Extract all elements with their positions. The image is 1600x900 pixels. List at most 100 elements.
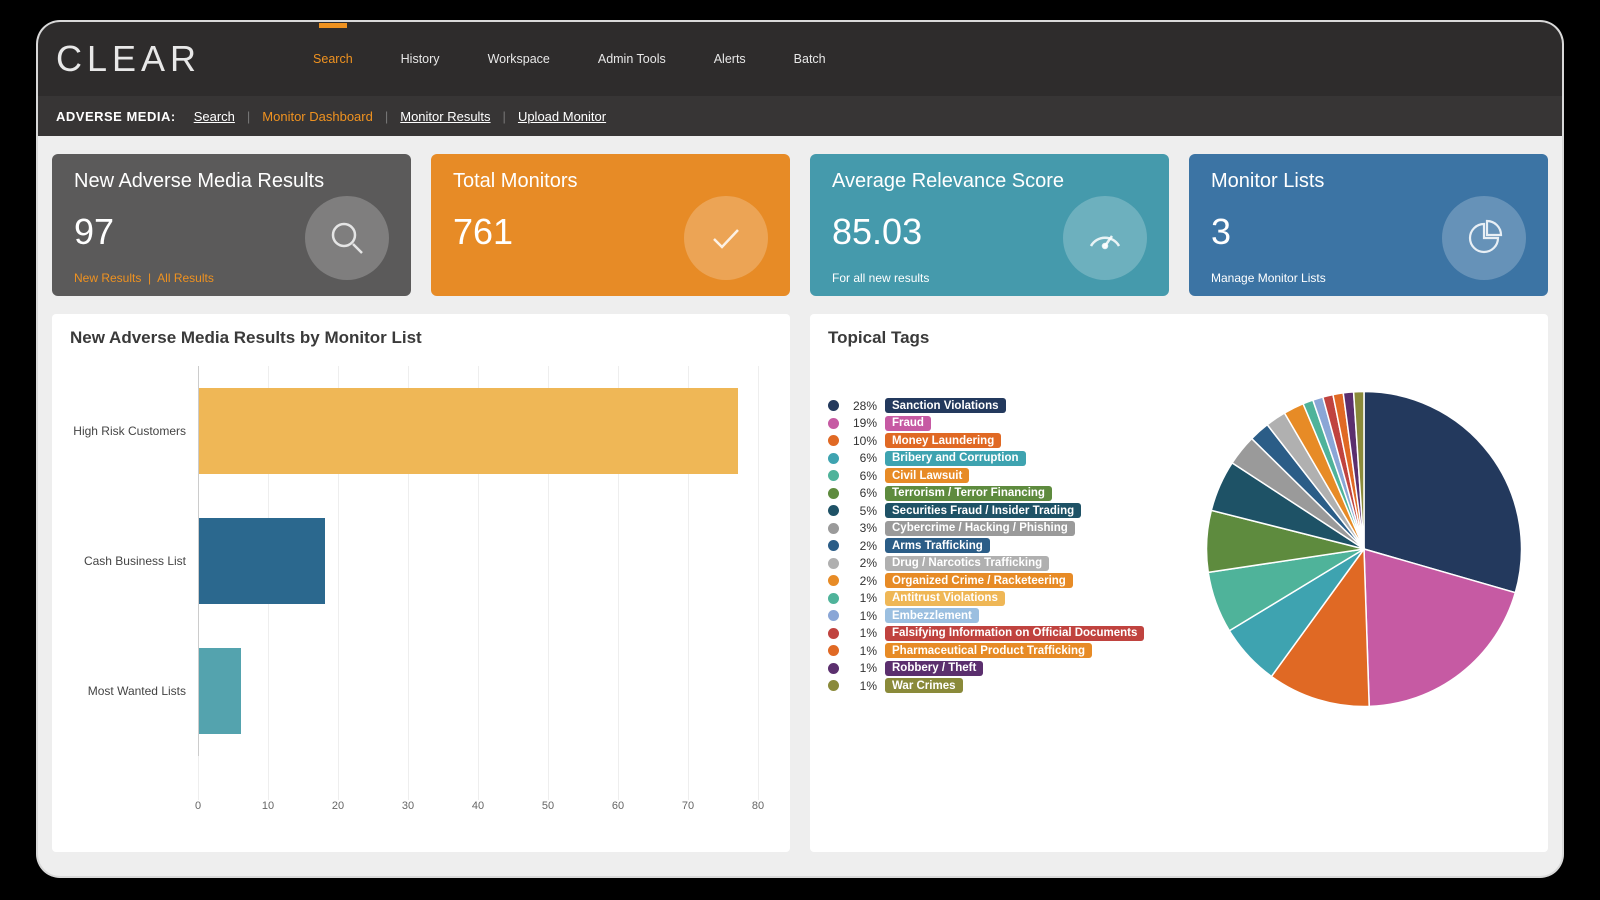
bar-chart: High Risk CustomersCash Business ListMos… [70,366,772,836]
tag-row[interactable]: 3%Cybercrime / Hacking / Phishing [828,521,1168,536]
x-tick: 40 [472,800,484,812]
tag-dot-icon [828,400,839,411]
tags-legend: 28%Sanction Violations 19%Fraud 10%Money L… [828,398,1168,693]
nav-item-admin-tools[interactable]: Admin Tools [574,52,690,66]
pie-chart [1198,384,1530,714]
tag-pill: Embezzlement [885,608,979,623]
tag-pill: Terrorism / Terror Financing [885,486,1052,501]
panel-topical-tags: Topical Tags 28%Sanction Violations 19%Fr… [810,314,1548,852]
tag-pill: War Crimes [885,678,963,693]
tag-pct: 6% [847,486,877,500]
card-avg-score[interactable]: Average Relevance Score 85.03 For all ne… [810,154,1169,296]
check-icon [684,196,768,280]
tag-pct: 28% [847,399,877,413]
tag-pct: 6% [847,469,877,483]
tag-dot-icon [828,470,839,481]
tag-dot-icon [828,523,839,534]
tag-dot-icon [828,680,839,691]
bar-label: Most Wanted Lists [70,684,198,698]
tag-dot-icon [828,505,839,516]
tag-pill: Robbery / Theft [885,661,983,676]
bar-label: High Risk Customers [70,424,198,438]
tag-pill: Falsifying Information on Official Docum… [885,626,1144,641]
tag-pill: Securities Fraud / Insider Trading [885,503,1081,518]
tag-row[interactable]: 6%Civil Lawsuit [828,468,1168,483]
tag-row[interactable]: 5% Securities Fraud / Insider Trading [828,503,1168,518]
tag-row[interactable]: 2%Arms Trafficking [828,538,1168,553]
tag-pill: Bribery and Corruption [885,451,1026,466]
nav-item-history[interactable]: History [377,52,464,66]
card-title: Monitor Lists [1211,170,1526,193]
tag-pct: 10% [847,434,877,448]
tag-pct: 1% [847,679,877,693]
tag-pill: Antitrust Violations [885,591,1005,606]
tag-dot-icon [828,575,839,586]
tag-pill: Cybercrime / Hacking / Phishing [885,521,1075,536]
tag-row[interactable]: 1% War Crimes [828,678,1168,693]
main-nav: SearchHistoryWorkspaceAdmin ToolsAlertsB… [289,52,850,66]
tag-dot-icon [828,645,839,656]
tag-pct: 5% [847,504,877,518]
tag-dot-icon [828,435,839,446]
tag-row[interactable]: 28%Sanction Violations [828,398,1168,413]
app-logo: CLEAR [56,38,201,80]
tag-pill: Drug / Narcotics Trafficking [885,556,1049,571]
x-tick: 70 [682,800,694,812]
tag-row[interactable]: 2% Organized Crime / Racketeering [828,573,1168,588]
tag-pill: Fraud [885,416,931,431]
tag-pct: 6% [847,451,877,465]
tag-dot-icon [828,558,839,569]
tag-dot-icon [828,418,839,429]
subnav-title: ADVERSE MEDIA: [56,109,176,124]
bar[interactable] [199,388,738,474]
card-title: New Adverse Media Results [74,170,389,193]
tag-dot-icon [828,610,839,621]
tag-row[interactable]: 19%Fraud [828,416,1168,431]
subnav-link-search[interactable]: Search [194,109,235,124]
subnav-link-monitor-dashboard[interactable]: Monitor Dashboard [262,109,373,124]
subnav-link-upload-monitor[interactable]: Upload Monitor [518,109,606,124]
tag-dot-icon [828,628,839,639]
tag-pct: 2% [847,574,877,588]
tag-row[interactable]: 1% Falsifying Information on Official Doc… [828,626,1168,641]
nav-item-workspace[interactable]: Workspace [464,52,574,66]
bar[interactable] [199,518,325,604]
tag-row[interactable]: 6% Terrorism / Terror Financing [828,486,1168,501]
tag-pct: 2% [847,539,877,553]
panel-title: New Adverse Media Results by Monitor Lis… [70,328,772,348]
topbar: CLEAR SearchHistoryWorkspaceAdmin ToolsA… [38,22,1562,96]
nav-item-alerts[interactable]: Alerts [690,52,770,66]
subnav-link-monitor-results[interactable]: Monitor Results [400,109,490,124]
x-tick: 80 [752,800,764,812]
link-all-results[interactable]: All Results [157,271,214,285]
tag-row[interactable]: 1% Robbery / Theft [828,661,1168,676]
tag-dot-icon [828,593,839,604]
panel-bar-chart: New Adverse Media Results by Monitor Lis… [52,314,790,852]
card-total-monitors[interactable]: Total Monitors 761 [431,154,790,296]
tag-row[interactable]: 6% Bribery and Corruption [828,451,1168,466]
tag-pct: 1% [847,591,877,605]
card-monitor-lists[interactable]: Monitor Lists 3 Manage Monitor Lists [1189,154,1548,296]
x-tick: 20 [332,800,344,812]
card-new-results[interactable]: New Adverse Media Results 97 New Results… [52,154,411,296]
nav-item-batch[interactable]: Batch [770,52,850,66]
bar[interactable] [199,648,241,734]
nav-item-search[interactable]: Search [289,52,377,66]
tag-pct: 2% [847,556,877,570]
tag-pct: 1% [847,609,877,623]
gauge-icon [1063,196,1147,280]
tag-row[interactable]: 1%Pharmaceutical Product Trafficking [828,643,1168,658]
tag-dot-icon [828,453,839,464]
tag-pct: 1% [847,661,877,675]
tag-pill: Organized Crime / Racketeering [885,573,1073,588]
link-new-results[interactable]: New Results [74,271,141,285]
x-tick: 0 [195,800,201,812]
x-tick: 50 [542,800,554,812]
tag-row[interactable]: 1% Embezzlement [828,608,1168,623]
tag-row[interactable]: 10%Money Laundering [828,433,1168,448]
panel-title: Topical Tags [828,328,1530,348]
pie-chart-icon [1442,196,1526,280]
tag-row[interactable]: 1% Antitrust Violations [828,591,1168,606]
tag-row[interactable]: 2% Drug / Narcotics Trafficking [828,556,1168,571]
tag-pct: 1% [847,626,877,640]
